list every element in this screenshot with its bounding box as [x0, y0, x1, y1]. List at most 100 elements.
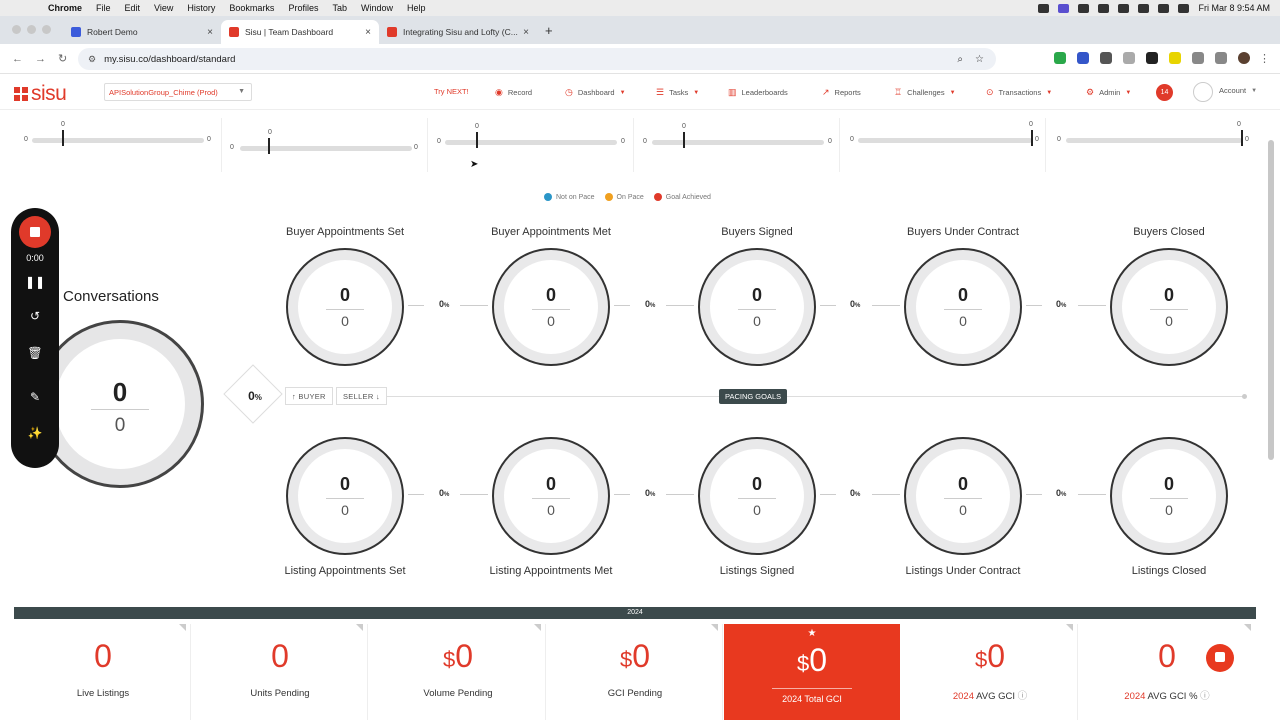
- trash-icon[interactable]: 🗑: [11, 346, 59, 360]
- nav-leaderboards[interactable]: ▥ Leaderboards: [728, 87, 788, 98]
- stat-volume-pending[interactable]: $0 Volume Pending: [370, 624, 546, 720]
- site-info-icon[interactable]: ⚙: [88, 54, 96, 65]
- buyer-toggle-button[interactable]: ↑ BUYER: [285, 387, 333, 405]
- tab-integrating-sisu[interactable]: Integrating Sisu and Lofty (C... ×: [379, 20, 537, 44]
- wifi-icon[interactable]: [1158, 3, 1170, 13]
- account-menu[interactable]: Account ▼: [1219, 86, 1257, 95]
- try-next-link[interactable]: Try NEXT!: [434, 87, 469, 96]
- profile-avatar[interactable]: [1238, 52, 1250, 64]
- conversations-pct: 0%: [248, 389, 262, 403]
- close-tab-icon[interactable]: ×: [207, 27, 213, 38]
- menu-file[interactable]: File: [96, 3, 111, 13]
- new-tab-button[interactable]: +: [545, 23, 553, 38]
- progress-card: 0 0 0: [222, 118, 428, 172]
- zoom-icon[interactable]: ⌕: [957, 54, 963, 65]
- tab-robert-demo[interactable]: Robert Demo ×: [63, 20, 221, 44]
- brightness-icon[interactable]: [1098, 3, 1110, 13]
- conversations-circle[interactable]: 0 0: [36, 320, 204, 488]
- chat-launcher-button[interactable]: [1206, 644, 1234, 672]
- screen-record-icon[interactable]: [1058, 3, 1070, 13]
- close-window-icon[interactable]: [12, 25, 21, 34]
- metric-value: 0: [1163, 285, 1174, 305]
- extension-icon[interactable]: [1123, 52, 1135, 64]
- pen-icon[interactable]: ✎: [11, 390, 59, 404]
- puzzle-icon[interactable]: [1192, 52, 1204, 64]
- search-icon[interactable]: [1178, 3, 1190, 13]
- stat-avg-gci[interactable]: $0 2024 AVG GCI ⓘ: [902, 624, 1078, 720]
- menu-history[interactable]: History: [187, 3, 215, 13]
- seller-metric-circle[interactable]: 00: [698, 437, 816, 555]
- extension-icon[interactable]: [1077, 52, 1089, 64]
- forward-icon[interactable]: →: [35, 53, 46, 65]
- seller-metric-circle[interactable]: 00: [492, 437, 610, 555]
- stat-units-pending[interactable]: 0 Units Pending: [192, 624, 368, 720]
- nav-reports[interactable]: ↗ Reports: [822, 87, 861, 98]
- bookmark-star-icon[interactable]: ☆: [975, 54, 984, 65]
- nav-admin[interactable]: ⚙ Admin ▼: [1086, 87, 1131, 98]
- info-icon[interactable]: ⓘ: [1200, 691, 1210, 702]
- menu-tab[interactable]: Tab: [332, 3, 347, 13]
- avatar[interactable]: [1193, 82, 1213, 102]
- bluetooth-icon[interactable]: [1118, 3, 1130, 13]
- clock-icon[interactable]: [1078, 3, 1090, 13]
- stat-live-listings[interactable]: 0 Live Listings: [15, 624, 191, 720]
- buyer-metric-circle[interactable]: 00: [698, 248, 816, 366]
- seller-metric-circle[interactable]: 00: [904, 437, 1022, 555]
- nav-challenges[interactable]: ♖ Challenges ▼: [894, 87, 956, 98]
- buyer-metric-circle[interactable]: 00: [286, 248, 404, 366]
- seller-metric-circle[interactable]: 00: [286, 437, 404, 555]
- page-scrollbar[interactable]: [1268, 140, 1274, 460]
- effects-icon[interactable]: ✨: [11, 426, 59, 440]
- nav-record[interactable]: ◉ Record: [495, 87, 532, 98]
- minimize-window-icon[interactable]: [27, 25, 36, 34]
- menu-edit[interactable]: Edit: [125, 3, 141, 13]
- buyer-metric-circle[interactable]: 00: [1110, 248, 1228, 366]
- dropbox-icon[interactable]: [1038, 3, 1050, 13]
- nav-transactions[interactable]: ⊙ Transactions ▼: [986, 87, 1052, 98]
- back-icon[interactable]: ←: [12, 53, 23, 65]
- battery-icon[interactable]: [1138, 3, 1150, 13]
- connector-line: [460, 305, 488, 306]
- menu-view[interactable]: View: [154, 3, 173, 13]
- maximize-window-icon[interactable]: [42, 25, 51, 34]
- menu-help[interactable]: Help: [407, 3, 426, 13]
- extension-icon[interactable]: [1169, 52, 1181, 64]
- seller-metric-circle[interactable]: 00: [1110, 437, 1228, 555]
- reports-icon: ↗: [822, 87, 830, 97]
- reload-icon[interactable]: ↻: [58, 52, 67, 65]
- tab-title: Robert Demo: [87, 27, 138, 37]
- extension-icon[interactable]: [1054, 52, 1066, 64]
- sisu-logo[interactable]: sisu: [14, 83, 67, 104]
- info-icon[interactable]: ⓘ: [1018, 691, 1028, 702]
- menu-profiles[interactable]: Profiles: [288, 3, 318, 13]
- buyer-metric-circle[interactable]: 00: [904, 248, 1022, 366]
- extension-icon[interactable]: [1146, 52, 1158, 64]
- notifications-badge[interactable]: 14: [1156, 84, 1173, 101]
- tab-sisu-dashboard[interactable]: Sisu | Team Dashboard ×: [221, 20, 379, 44]
- menu-app-name[interactable]: Chrome: [48, 3, 82, 13]
- conversion-pct: 0%: [850, 488, 861, 498]
- connector-line: [666, 494, 694, 495]
- close-tab-icon[interactable]: ×: [365, 27, 371, 38]
- menubar-clock[interactable]: Fri Mar 8 9:54 AM: [1198, 3, 1270, 13]
- extensions-area: [1054, 52, 1250, 64]
- url-field[interactable]: ⚙ my.sisu.co/dashboard/standard ⌕ ☆: [78, 48, 996, 70]
- sidepanel-icon[interactable]: [1215, 52, 1227, 64]
- stat-total-gci[interactable]: ★ $0 2024 Total GCI: [724, 624, 900, 720]
- restart-icon[interactable]: ↺: [11, 309, 59, 323]
- menu-bookmarks[interactable]: Bookmarks: [229, 3, 274, 13]
- extension-icon[interactable]: [1100, 52, 1112, 64]
- pause-icon[interactable]: ❚❚: [11, 275, 59, 289]
- team-select[interactable]: APISolutionGroup_Chime (Prod) ▼: [104, 83, 252, 101]
- buyer-metric-circle[interactable]: 00: [492, 248, 610, 366]
- nav-dashboard[interactable]: ◷ Dashboard ▼: [565, 87, 626, 98]
- seller-toggle-button[interactable]: SELLER ↓: [336, 387, 387, 405]
- menu-window[interactable]: Window: [361, 3, 393, 13]
- stop-recording-button[interactable]: [19, 216, 51, 248]
- url-text[interactable]: my.sisu.co/dashboard/standard: [104, 54, 235, 65]
- stat-avg-gci-pct[interactable]: 0 2024 AVG GCI % ⓘ: [1079, 624, 1255, 720]
- stat-gci-pending[interactable]: $0 GCI Pending: [547, 624, 723, 720]
- more-menu-icon[interactable]: ⋮: [1259, 52, 1270, 65]
- close-tab-icon[interactable]: ×: [523, 27, 529, 38]
- nav-tasks[interactable]: ☰ Tasks ▼: [656, 87, 699, 98]
